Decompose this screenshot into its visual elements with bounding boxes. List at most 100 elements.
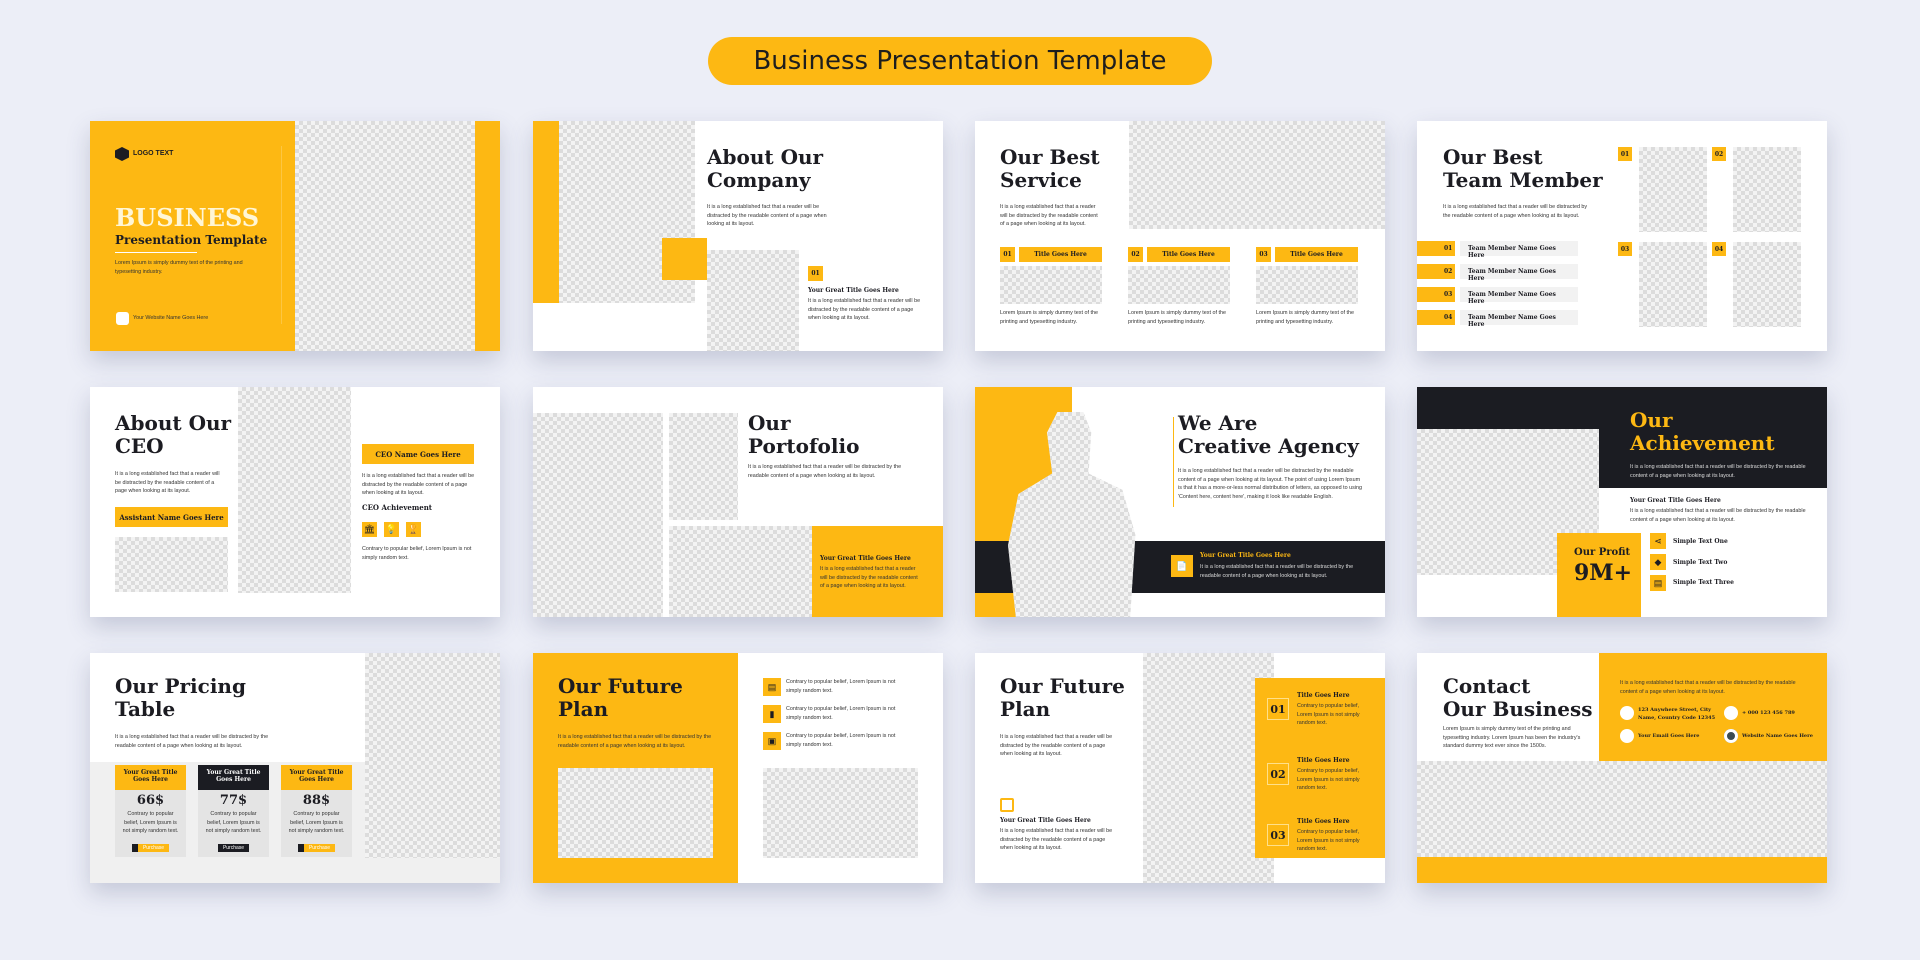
future2-title-l1: Our Future — [1000, 674, 1125, 698]
service-title-l1: Our Best — [1000, 145, 1100, 169]
purchase-button[interactable]: Purchase — [131, 843, 170, 852]
team-title-l1: Our Best — [1443, 145, 1543, 169]
achievement-item-1: Simple Text One — [1673, 538, 1728, 545]
ceo-achievement-desc: Contrary to popular belief, Lorem Ipsum … — [362, 546, 472, 561]
achievement-desc: It is a long established fact that a rea… — [1630, 464, 1806, 479]
agency-band-desc: It is a long established fact that a rea… — [1200, 564, 1354, 579]
team-member-1: Team Member Name Goes Here — [1460, 241, 1578, 259]
slide-ceo[interactable]: About Our CEO It is a long established fa… — [90, 387, 500, 617]
ceo-name: CEO Name Goes Here — [362, 444, 474, 464]
phone-icon — [1724, 706, 1738, 720]
document-icon: ▤ — [763, 678, 781, 696]
profit-label: Our Profit — [1574, 547, 1631, 558]
slide-pricing[interactable]: Our Pricing Table It is a long establishe… — [90, 653, 500, 883]
team-member-3: Team Member Name Goes Here — [1460, 287, 1578, 305]
slide-creative-agency[interactable]: We Are Creative Agency It is a long estab… — [975, 387, 1385, 617]
email-icon — [1620, 729, 1634, 743]
contact-address: 123 Anywhere Street, City Name, Country … — [1638, 707, 1716, 721]
achievement-sub-desc: It is a long established fact that a rea… — [1630, 508, 1806, 523]
step-02: 02 — [1267, 763, 1289, 785]
portfolio-title-l1: Our — [748, 411, 791, 435]
globe-icon — [116, 312, 129, 325]
future2-desc: It is a long established fact that a rea… — [1000, 734, 1113, 758]
lightbulb-icon: 💡 — [384, 522, 399, 537]
trophy-icon: 🏆 — [406, 522, 421, 537]
contact-title-l1: Contact — [1443, 674, 1531, 698]
pricing-title-l1: Our Pricing — [115, 674, 246, 698]
team-photo-3 — [1639, 242, 1707, 327]
pricing-card-3: Your Great Title Goes Here 88$ Contrary … — [281, 765, 352, 857]
contact-email[interactable]: Your Email Goes Here — [1638, 733, 1699, 739]
slide-about-company[interactable]: About Our Company It is a long establishe… — [533, 121, 943, 351]
purchase-button[interactable]: Purchase — [297, 843, 336, 852]
location-icon — [1620, 706, 1634, 720]
cover-website: Your Website Name Goes Here — [133, 315, 209, 321]
slide-future-plan-1[interactable]: Our Future Plan It is a long established … — [533, 653, 943, 883]
service-num-2: 02 — [1128, 247, 1143, 262]
future1-desc: It is a long established fact that a rea… — [558, 734, 712, 749]
about-item-desc: It is a long established fact that a rea… — [808, 298, 921, 322]
service-desc-3: Lorem Ipsum is simply dummy text of the … — [1256, 310, 1354, 325]
portfolio-card-desc: It is a long established fact that a rea… — [820, 566, 918, 590]
cover-subtitle: Presentation Template — [115, 233, 268, 247]
slide-achievement[interactable]: Our Achievement It is a long established … — [1417, 387, 1827, 617]
agency-band-title: Your Great Title Goes Here — [1200, 552, 1291, 559]
pricing-card-2: Your Great Title Goes Here 77$ Contrary … — [198, 765, 269, 857]
share-icon: ⋖ — [1650, 533, 1666, 549]
service-title-2: Title Goes Here — [1147, 247, 1230, 262]
document-icon: ▤ — [1650, 575, 1666, 591]
ceo-title-l1: About Our — [115, 411, 232, 435]
price-88: 88$ — [302, 793, 331, 808]
team-member-4: Team Member Name Goes Here — [1460, 310, 1578, 328]
profit-value: 9M+ — [1574, 560, 1633, 586]
team-member-2: Team Member Name Goes Here — [1460, 264, 1578, 282]
agency-desc: It is a long established fact that a rea… — [1178, 468, 1362, 500]
team-photo-2 — [1733, 147, 1801, 232]
portfolio-desc: It is a long established fact that a rea… — [748, 464, 902, 479]
future1-title-l2: Plan — [558, 697, 609, 721]
slide-cover[interactable]: LOGO TEXT BUSINESS Presentation Template… — [90, 121, 500, 351]
about-badge: 01 — [808, 266, 823, 281]
purchase-button[interactable]: Purchase — [217, 843, 250, 852]
about-desc: It is a long established fact that a rea… — [707, 204, 827, 228]
team-photo-4 — [1733, 242, 1801, 327]
assistant-name: Assistant Name Goes Here — [115, 507, 228, 527]
building-icon — [1000, 798, 1014, 812]
service-title-1: Title Goes Here — [1019, 247, 1102, 262]
briefcase-icon: ▣ — [763, 732, 781, 750]
pricing-title-l2: Table — [115, 697, 176, 721]
slide-future-plan-2[interactable]: Our Future Plan It is a long established … — [975, 653, 1385, 883]
contact-website[interactable]: Website Name Goes Here — [1742, 733, 1813, 739]
page-title-pill: Business Presentation Template — [708, 37, 1212, 85]
service-desc-1: Lorem Ipsum is simply dummy text of the … — [1000, 310, 1098, 325]
contact-phone: + 000 123 456 789 — [1742, 710, 1795, 716]
step-01: 01 — [1267, 698, 1289, 720]
service-desc-2: Lorem Ipsum is simply dummy text of the … — [1128, 310, 1226, 325]
contact-desc: Lorem Ipsum is simply dummy text of the … — [1443, 726, 1581, 750]
service-title-3: Title Goes Here — [1275, 247, 1358, 262]
slide-team[interactable]: Our Best Team Member It is a long establi… — [1417, 121, 1827, 351]
achievement-title-l1: Our — [1630, 408, 1673, 432]
agency-title-l2: Creative Agency — [1178, 434, 1359, 458]
ceo-achievement-label: CEO Achievement — [362, 503, 433, 512]
contact-intro: It is a long established fact that a rea… — [1620, 680, 1796, 695]
team-title-l2: Team Member — [1443, 168, 1603, 192]
price-66: 66$ — [136, 793, 165, 808]
portfolio-card-title: Your Great Title Goes Here — [820, 555, 911, 562]
contact-title-l2: Our Business — [1443, 697, 1593, 721]
agency-title-l1: We Are — [1178, 411, 1258, 435]
globe-icon — [1724, 729, 1738, 743]
slide-portfolio[interactable]: Our Portofolio It is a long established f… — [533, 387, 943, 617]
cover-title: BUSINESS — [115, 203, 260, 232]
about-item-title: Your Great Title Goes Here — [808, 287, 899, 294]
service-num-1: 01 — [1000, 247, 1015, 262]
ceo-bio: It is a long established fact that a rea… — [362, 473, 475, 497]
logo-text: LOGO TEXT — [133, 150, 174, 157]
service-title-l2: Service — [1000, 168, 1082, 192]
achievement-item-2: Simple Text Two — [1673, 559, 1728, 566]
slide-best-service[interactable]: Our Best Service It is a long established… — [975, 121, 1385, 351]
achievement-sub-title: Your Great Title Goes Here — [1630, 497, 1721, 504]
future2-title-l2: Plan — [1000, 697, 1051, 721]
slide-contact[interactable]: Contact Our Business Lorem Ipsum is simpl… — [1417, 653, 1827, 883]
future1-title-l1: Our Future — [558, 674, 683, 698]
